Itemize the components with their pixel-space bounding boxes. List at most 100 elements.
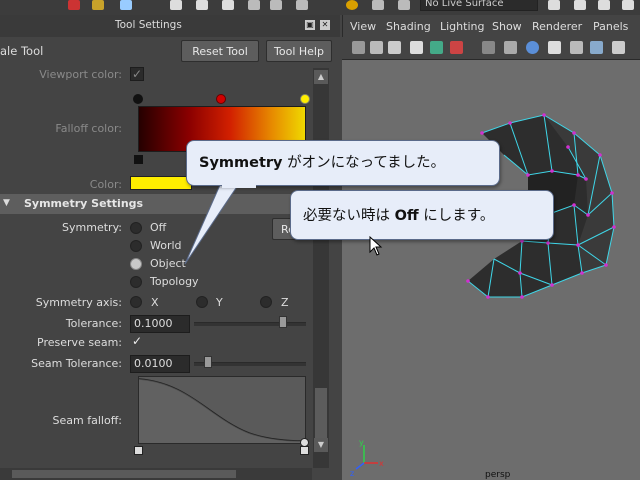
bookmark-icon[interactable] — [388, 41, 401, 54]
panel-titlebar: Tool Settings ▣ ✕ — [0, 15, 340, 38]
select-tool-icon[interactable] — [170, 0, 182, 10]
toolbar-icon[interactable] — [574, 0, 586, 10]
camera-attr-icon[interactable] — [370, 41, 383, 54]
tool-help-button[interactable]: Tool Help — [266, 40, 332, 62]
tolerance-label: Tolerance: — [65, 317, 122, 330]
close-icon[interactable]: ✕ — [320, 20, 330, 30]
viewport-color-checkbox[interactable]: ✓ — [130, 67, 144, 81]
seam-falloff-label: Seam falloff: — [52, 414, 122, 427]
symmetry-settings-section[interactable]: ▼ Symmetry Settings — [0, 194, 310, 214]
menu-view[interactable]: View — [350, 20, 376, 33]
tolerance-slider-knob[interactable] — [279, 316, 288, 328]
curve-point-icon[interactable] — [134, 446, 143, 455]
axis-x-radio[interactable] — [130, 296, 142, 308]
reset-tool-button[interactable]: Reset Tool — [181, 40, 259, 62]
axis-z-radio[interactable] — [260, 296, 272, 308]
lasso-tool-icon[interactable] — [196, 0, 208, 10]
axis-option-label: Z — [281, 296, 289, 309]
falloff-color-label: Falloff color: — [55, 122, 122, 135]
ramp-handle[interactable] — [216, 94, 226, 104]
smooth-shade-icon[interactable] — [504, 41, 517, 54]
menu-shading[interactable]: Shading — [386, 20, 431, 33]
magnet-icon[interactable] — [346, 0, 358, 10]
preserve-seam-checkbox[interactable]: ✓ — [130, 335, 144, 349]
scroll-down-icon[interactable]: ▼ — [314, 438, 328, 452]
seam-tolerance-label: Seam Tolerance: — [31, 357, 122, 370]
viewport-iconbar — [342, 37, 640, 60]
seam-falloff-curve[interactable] — [138, 376, 306, 444]
axis-option-label: Y — [216, 296, 223, 309]
panel-title: Tool Settings — [115, 19, 182, 31]
menu-lighting[interactable]: Lighting — [440, 20, 484, 33]
symmetry-option-label: Topology — [150, 275, 199, 288]
shaded-icon[interactable] — [526, 41, 539, 54]
viewport-color-label: Viewport color: — [39, 68, 122, 81]
horizontal-scrollbar[interactable] — [0, 468, 312, 480]
grid-icon[interactable] — [430, 41, 443, 54]
symmetry-world-radio[interactable] — [130, 240, 142, 252]
curve-point-icon[interactable] — [300, 438, 309, 447]
color-label: Color: — [89, 178, 122, 191]
axis-y-radio[interactable] — [196, 296, 208, 308]
menu-panels[interactable]: Panels — [593, 20, 628, 33]
toolbar-icon[interactable] — [92, 0, 104, 10]
svg-text:x: x — [379, 459, 384, 468]
vertical-scrollbar[interactable]: ▲ ▼ — [313, 68, 329, 468]
curve-point-icon[interactable] — [300, 446, 309, 455]
shadows-icon[interactable] — [590, 41, 603, 54]
ramp-handle[interactable] — [133, 94, 143, 104]
snap-icon[interactable] — [270, 0, 282, 10]
snap-icon[interactable] — [296, 0, 308, 10]
top-toolbar-strip: No Live Surface — [0, 0, 640, 15]
scrollbar-thumb[interactable] — [12, 470, 236, 478]
3d-viewport[interactable]: y x z — [342, 15, 640, 480]
menu-show[interactable]: Show — [492, 20, 522, 33]
film-gate-icon[interactable] — [450, 41, 463, 54]
ramp-handle[interactable] — [300, 94, 310, 104]
ramp-marker[interactable] — [134, 155, 143, 164]
wireframe-icon[interactable] — [482, 41, 495, 54]
svg-text:z: z — [350, 469, 354, 478]
paint-tool-icon[interactable] — [222, 0, 234, 10]
render-icon[interactable] — [398, 0, 410, 10]
callout-text: にします。 — [418, 208, 495, 224]
tolerance-field[interactable]: 0.1000 — [130, 315, 190, 333]
live-surface-field[interactable]: No Live Surface — [420, 0, 538, 11]
svg-text:y: y — [359, 438, 364, 447]
tolerance-slider-track[interactable] — [194, 322, 306, 326]
symmetry-option-label: World — [150, 239, 182, 252]
toolbar-icon[interactable] — [622, 0, 634, 10]
toolbar-icon[interactable] — [120, 0, 132, 10]
history-icon[interactable] — [372, 0, 384, 10]
mouse-cursor-icon — [369, 236, 383, 256]
textured-icon[interactable] — [548, 41, 561, 54]
callout-bold-text: Symmetry — [199, 155, 283, 171]
toolbar-icon[interactable] — [598, 0, 610, 10]
axis-option-label: X — [151, 296, 159, 309]
symmetry-object-radio[interactable] — [130, 258, 142, 270]
bubble-pointer-join — [222, 178, 256, 188]
toolbar-icon[interactable] — [68, 0, 80, 10]
scroll-up-icon[interactable]: ▲ — [314, 70, 328, 84]
section-title: Symmetry Settings — [24, 197, 144, 210]
lights-icon[interactable] — [570, 41, 583, 54]
callout-text: がオンになってました。 — [282, 155, 446, 171]
seam-tolerance-field[interactable]: 0.0100 — [130, 355, 190, 373]
snap-icon[interactable] — [248, 0, 260, 10]
float-panel-icon[interactable]: ▣ — [305, 20, 315, 30]
symmetry-topology-radio[interactable] — [130, 276, 142, 288]
preserve-seam-label: Preserve seam: — [37, 336, 122, 349]
tool-name: ale Tool — [0, 44, 44, 58]
mesh-view: y x z — [350, 113, 616, 478]
callout-bubble-off: 必要ない時は Off にします。 — [290, 190, 554, 240]
seam-tolerance-slider-knob[interactable] — [204, 356, 213, 368]
toolbar-icon[interactable] — [548, 0, 560, 10]
menu-renderer[interactable]: Renderer — [532, 20, 582, 33]
callout-text: 必要ない時は — [303, 208, 395, 224]
expand-triangle-icon: ▼ — [3, 198, 10, 208]
image-plane-icon[interactable] — [410, 41, 423, 54]
camera-icon[interactable] — [352, 41, 365, 54]
bubble-pointer — [184, 184, 239, 265]
xray-icon[interactable] — [612, 41, 625, 54]
symmetry-off-radio[interactable] — [130, 222, 142, 234]
